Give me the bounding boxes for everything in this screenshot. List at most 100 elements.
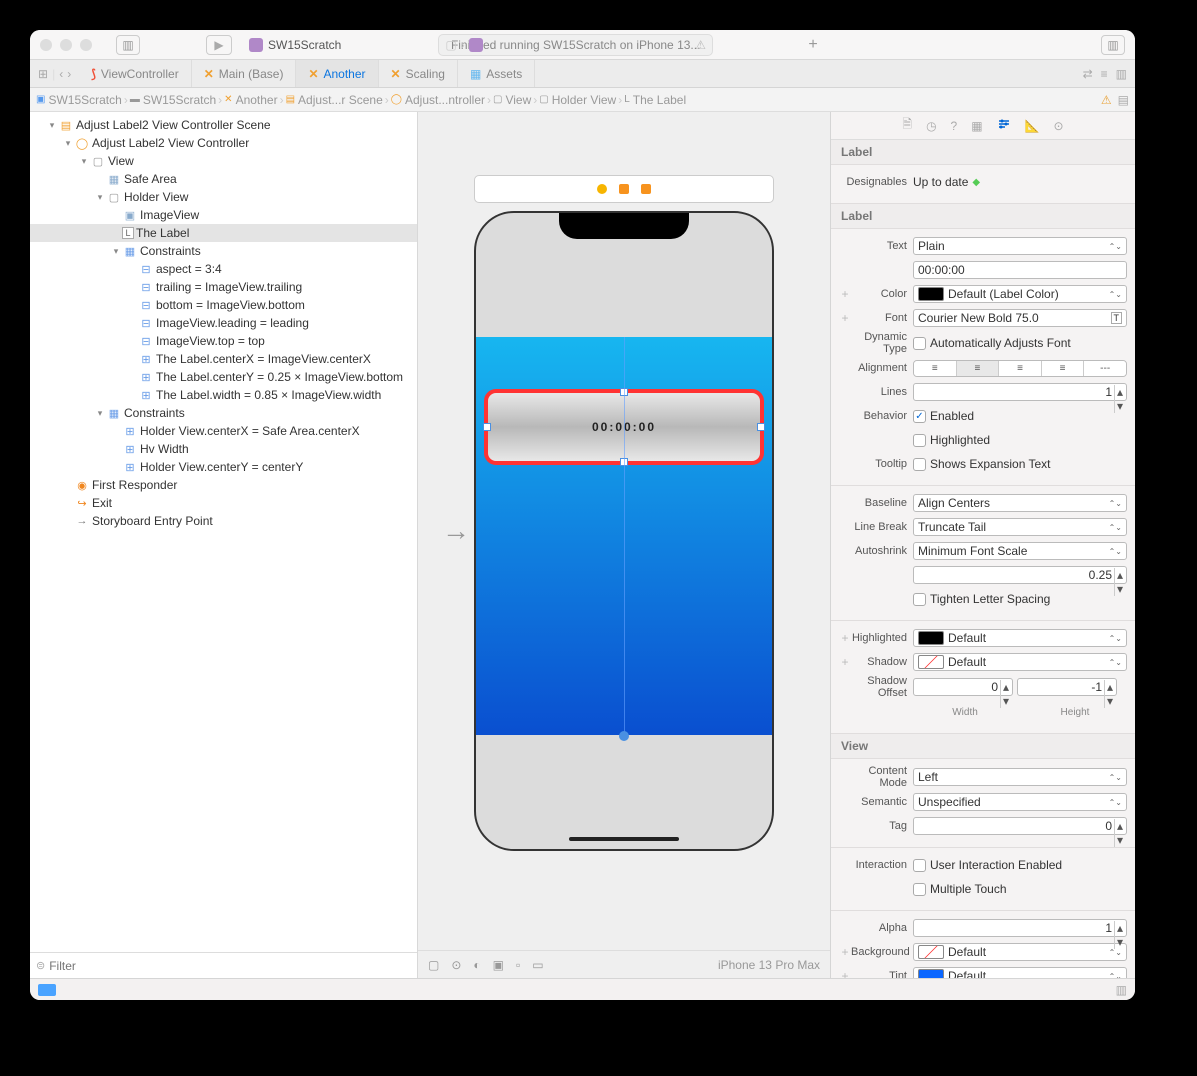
debug-area-button[interactable]: [38, 984, 56, 996]
breadcrumb-item[interactable]: ▬SW15Scratch: [130, 93, 216, 107]
disclosure-arrow[interactable]: ▾: [62, 138, 74, 149]
history-inspector-tab[interactable]: ◷: [926, 119, 936, 133]
inspector-toggle-button[interactable]: ▥: [1101, 35, 1125, 55]
outline-item[interactable]: ▦Safe Area: [30, 170, 417, 188]
outline-item[interactable]: ⊟trailing = ImageView.trailing: [30, 278, 417, 296]
outline-item[interactable]: ▾▦Constraints: [30, 242, 417, 260]
run-button[interactable]: ▶: [206, 35, 232, 55]
interface-builder-canvas[interactable]: → 00:00:00: [418, 112, 830, 978]
refresh-icon[interactable]: ⇄: [1083, 67, 1093, 81]
preview-button[interactable]: ▭: [532, 958, 543, 972]
breadcrumb-item[interactable]: LThe Label: [624, 93, 686, 107]
warnings-icon[interactable]: ⚠: [695, 38, 706, 52]
add-variation-button[interactable]: +: [839, 287, 851, 301]
close-window-button[interactable]: [40, 39, 52, 51]
device-label[interactable]: iPhone 13 Pro Max: [718, 958, 820, 972]
sidebar-toggle-button[interactable]: ▥: [116, 35, 140, 55]
outline-item[interactable]: ▾▢View: [30, 152, 417, 170]
outline-item[interactable]: ⊞Holder View.centerY = centerY: [30, 458, 417, 476]
grid-icon[interactable]: ⊞: [38, 67, 48, 81]
tab-assets[interactable]: ▦Assets: [458, 60, 535, 87]
breadcrumb-item[interactable]: ▢Holder View: [539, 93, 616, 107]
add-variation-button[interactable]: +: [839, 311, 851, 325]
lines-field[interactable]: 1▴▾: [913, 383, 1127, 401]
tooltip-checkbox[interactable]: [913, 458, 926, 471]
autoshrink-combo[interactable]: Minimum Font Scale⌃⌄: [913, 542, 1127, 560]
orientation-button[interactable]: ⊙: [451, 958, 461, 972]
outline-item[interactable]: ⊞The Label.centerX = ImageView.centerX: [30, 350, 417, 368]
exit-icon[interactable]: [641, 184, 651, 194]
first-responder-icon[interactable]: [619, 184, 629, 194]
highlighted-color-combo[interactable]: Default⌃⌄: [913, 629, 1127, 647]
constraints-button[interactable]: ▣: [493, 958, 504, 972]
add-button[interactable]: +: [801, 35, 825, 55]
breadcrumb-item[interactable]: ▤Adjust...r Scene: [286, 93, 383, 107]
appearance-button[interactable]: ◐: [473, 958, 480, 972]
outline-item[interactable]: ▾◯Adjust Label2 View Controller: [30, 134, 417, 152]
disclosure-arrow[interactable]: ▾: [94, 192, 106, 203]
tab-another[interactable]: ✕Another: [296, 60, 378, 87]
outline-item[interactable]: ▣ImageView: [30, 206, 417, 224]
breadcrumb-item[interactable]: ✕Another: [224, 93, 277, 107]
list-icon[interactable]: ≡: [1101, 67, 1108, 81]
text-value-field[interactable]: 00:00:00: [913, 261, 1127, 279]
minimize-window-button[interactable]: [60, 39, 72, 51]
breadcrumb-item[interactable]: ◯Adjust...ntroller: [391, 93, 485, 107]
zoom-window-button[interactable]: [80, 39, 92, 51]
disclosure-arrow[interactable]: ▾: [110, 246, 122, 257]
tab-main-base-[interactable]: ✕Main (Base): [192, 60, 297, 87]
shadow-width-field[interactable]: 0▴▾: [913, 678, 1013, 696]
file-inspector-tab[interactable]: 🗎: [902, 115, 912, 136]
outline-tree[interactable]: ▾▤Adjust Label2 View Controller Scene▾◯A…: [30, 112, 417, 952]
size-inspector-tab[interactable]: 📐: [1025, 119, 1040, 133]
help-inspector-tab[interactable]: ?: [951, 119, 958, 133]
layout-icon[interactable]: ▥: [1116, 67, 1127, 81]
attributes-inspector-tab[interactable]: [997, 117, 1011, 134]
tighten-checkbox[interactable]: [913, 593, 926, 606]
semantic-combo[interactable]: Unspecified⌃⌄: [913, 793, 1127, 811]
outline-item[interactable]: ▾▢Holder View: [30, 188, 417, 206]
warning-badge[interactable]: ⚠: [1101, 93, 1112, 107]
outline-item[interactable]: ⊟ImageView.top = top: [30, 332, 417, 350]
forward-button[interactable]: ›: [67, 67, 71, 81]
breadcrumb-item[interactable]: ▣SW15Scratch: [36, 93, 122, 107]
tag-field[interactable]: 0▴▾: [913, 817, 1127, 835]
outline-item[interactable]: ▾▤Adjust Label2 View Controller Scene: [30, 116, 417, 134]
alignment-segmented[interactable]: ≡≡≡≡---: [913, 360, 1127, 377]
highlighted-checkbox[interactable]: [913, 434, 926, 447]
outline-item[interactable]: ◉First Responder: [30, 476, 417, 494]
breadcrumb-item[interactable]: ▢View: [493, 93, 531, 107]
outline-item[interactable]: ⊞Holder View.centerX = Safe Area.centerX: [30, 422, 417, 440]
user-interaction-checkbox[interactable]: [913, 859, 926, 872]
selection-handle[interactable]: [483, 423, 491, 431]
baseline-combo[interactable]: Align Centers⌃⌄: [913, 494, 1127, 512]
add-variation-button[interactable]: +: [839, 969, 851, 978]
holder-view[interactable]: 00:00:00: [476, 337, 772, 735]
color-combo[interactable]: Default (Label Color)⌃⌄: [913, 285, 1127, 303]
outline-item[interactable]: ⊞The Label.centerY = 0.25 × ImageView.bo…: [30, 368, 417, 386]
filter-input[interactable]: [49, 959, 411, 973]
autoshrink-scale-field[interactable]: 0.25▴▾: [913, 566, 1127, 584]
outline-item[interactable]: ⊟ImageView.leading = leading: [30, 314, 417, 332]
outline-item[interactable]: ⊟bottom = ImageView.bottom: [30, 296, 417, 314]
console-toggle[interactable]: ▥: [1116, 983, 1127, 997]
disclosure-arrow[interactable]: ▾: [46, 120, 58, 131]
selection-handle[interactable]: [757, 423, 765, 431]
outline-item[interactable]: LThe Label: [30, 224, 417, 242]
shadow-color-combo[interactable]: Default⌃⌄: [913, 653, 1127, 671]
font-field[interactable]: Courier New Bold 75.0T: [913, 309, 1127, 327]
text-style-combo[interactable]: Plain⌃⌄: [913, 237, 1127, 255]
outline-item[interactable]: ⊟aspect = 3:4: [30, 260, 417, 278]
outline-item[interactable]: →Storyboard Entry Point: [30, 512, 417, 530]
outline-item[interactable]: ⊞Hv Width: [30, 440, 417, 458]
disclosure-arrow[interactable]: ▾: [94, 408, 106, 419]
shadow-height-field[interactable]: -1▴▾: [1017, 678, 1117, 696]
embed-button[interactable]: ▫: [516, 958, 520, 972]
tint-combo[interactable]: Default⌃⌄: [913, 967, 1127, 978]
add-variation-button[interactable]: +: [839, 945, 851, 959]
outline-item[interactable]: ↪Exit: [30, 494, 417, 512]
scene-dock[interactable]: [474, 175, 774, 203]
add-variation-button[interactable]: +: [839, 655, 851, 669]
add-variation-button[interactable]: +: [839, 631, 851, 645]
outline-item[interactable]: ▾▦Constraints: [30, 404, 417, 422]
